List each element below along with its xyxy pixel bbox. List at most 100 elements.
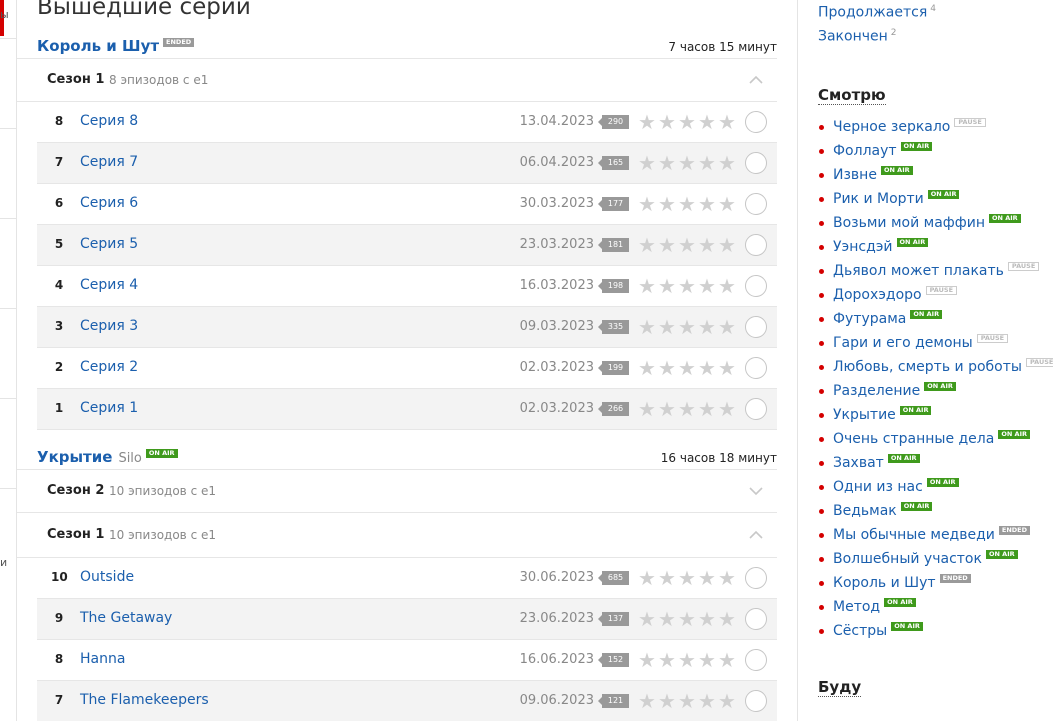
star-icon[interactable]: ★	[677, 358, 697, 378]
circle-check-icon[interactable]	[745, 398, 767, 420]
star-icon[interactable]: ★	[717, 609, 737, 629]
episode-title-link[interactable]: Outside	[80, 569, 134, 585]
circle-check-icon[interactable]	[745, 567, 767, 589]
star-icon[interactable]: ★	[697, 650, 717, 670]
circle-check-icon[interactable]	[745, 111, 767, 133]
episode-title-link[interactable]: Серия 3	[80, 318, 138, 334]
star-icon[interactable]: ★	[717, 650, 737, 670]
chevron-down-icon[interactable]	[749, 484, 763, 498]
episode-title-link[interactable]: Серия 8	[80, 113, 138, 129]
watching-item[interactable]: Сёстры ON AIR	[818, 619, 1053, 643]
watching-heading[interactable]: Смотрю	[818, 86, 886, 105]
watching-item[interactable]: Дорохэдоро PAUSE	[818, 283, 1053, 307]
star-icon[interactable]: ★	[677, 568, 697, 588]
episode-title-link[interactable]: Серия 5	[80, 236, 138, 252]
watching-item[interactable]: Укрытие ON AIR	[818, 403, 1053, 427]
star-icon[interactable]: ★	[637, 358, 657, 378]
watching-item[interactable]: Рик и Морти ON AIR	[818, 187, 1053, 211]
watching-item[interactable]: Фоллаут ON AIR	[818, 139, 1053, 163]
star-icon[interactable]: ★	[657, 399, 677, 419]
watching-item[interactable]: Метод ON AIR	[818, 595, 1053, 619]
star-icon[interactable]: ★	[637, 194, 657, 214]
comment-count-badge[interactable]: 137	[598, 612, 629, 626]
watching-item[interactable]: Король и Шут ENDED	[818, 571, 1053, 595]
star-icon[interactable]: ★	[637, 691, 657, 711]
watching-item[interactable]: Разделение ON AIR	[818, 379, 1053, 403]
watching-item[interactable]: Одни из нас ON AIR	[818, 475, 1053, 499]
episode-title-link[interactable]: Hanna	[80, 651, 125, 667]
star-icon[interactable]: ★	[697, 609, 717, 629]
comment-count-badge[interactable]: 198	[598, 279, 629, 293]
star-icon[interactable]: ★	[697, 276, 717, 296]
show-title-link[interactable]: Король и Шут	[37, 37, 159, 55]
episode-title-link[interactable]: Серия 1	[80, 400, 138, 416]
star-icon[interactable]: ★	[717, 194, 737, 214]
episode-title-link[interactable]: Серия 6	[80, 195, 138, 211]
comment-count-badge[interactable]: 181	[598, 238, 629, 252]
status-filter-ongoing[interactable]: Продолжается 4	[818, 4, 936, 21]
star-icon[interactable]: ★	[697, 358, 717, 378]
star-icon[interactable]: ★	[657, 609, 677, 629]
star-icon[interactable]: ★	[657, 358, 677, 378]
star-icon[interactable]: ★	[697, 112, 717, 132]
star-icon[interactable]: ★	[637, 650, 657, 670]
star-icon[interactable]: ★	[637, 235, 657, 255]
star-icon[interactable]: ★	[697, 317, 717, 337]
season-row[interactable]: Сезон 2 10 эпизодов с e1	[17, 469, 777, 513]
star-icon[interactable]: ★	[657, 276, 677, 296]
comment-count-badge[interactable]: 177	[598, 197, 629, 211]
star-icon[interactable]: ★	[717, 399, 737, 419]
star-icon[interactable]: ★	[637, 153, 657, 173]
circle-check-icon[interactable]	[745, 193, 767, 215]
comment-count-badge[interactable]: 266	[598, 402, 629, 416]
star-icon[interactable]: ★	[657, 194, 677, 214]
star-icon[interactable]: ★	[717, 317, 737, 337]
circle-check-icon[interactable]	[745, 357, 767, 379]
star-icon[interactable]: ★	[697, 235, 717, 255]
star-icon[interactable]: ★	[637, 568, 657, 588]
watching-item[interactable]: Возьми мой маффин ON AIR	[818, 211, 1053, 235]
season-row[interactable]: Сезон 1 10 эпизодов с e1	[17, 514, 777, 558]
star-icon[interactable]: ★	[677, 399, 697, 419]
star-icon[interactable]: ★	[697, 153, 717, 173]
watching-item[interactable]: Дьявол может плакать PAUSE	[818, 259, 1053, 283]
star-icon[interactable]: ★	[657, 235, 677, 255]
star-icon[interactable]: ★	[677, 194, 697, 214]
star-icon[interactable]: ★	[717, 153, 737, 173]
star-icon[interactable]: ★	[637, 609, 657, 629]
star-icon[interactable]: ★	[717, 235, 737, 255]
star-icon[interactable]: ★	[657, 691, 677, 711]
watching-item[interactable]: Мы обычные медведи ENDED	[818, 523, 1053, 547]
episode-title-link[interactable]: Серия 7	[80, 154, 138, 170]
comment-count-badge[interactable]: 685	[598, 571, 629, 585]
star-icon[interactable]: ★	[697, 691, 717, 711]
star-icon[interactable]: ★	[677, 112, 697, 132]
star-icon[interactable]: ★	[717, 691, 737, 711]
will-watch-heading[interactable]: Буду	[818, 678, 862, 697]
watching-item[interactable]: Извне ON AIR	[818, 163, 1053, 187]
circle-check-icon[interactable]	[745, 608, 767, 630]
watching-item[interactable]: Черное зеркало PAUSE	[818, 115, 1053, 139]
star-icon[interactable]: ★	[637, 112, 657, 132]
chevron-up-icon[interactable]	[749, 73, 763, 87]
star-icon[interactable]: ★	[697, 194, 717, 214]
comment-count-badge[interactable]: 335	[598, 320, 629, 334]
star-icon[interactable]: ★	[677, 235, 697, 255]
comment-count-badge[interactable]: 290	[598, 115, 629, 129]
circle-check-icon[interactable]	[745, 234, 767, 256]
episode-title-link[interactable]: Серия 2	[80, 359, 138, 375]
star-icon[interactable]: ★	[717, 358, 737, 378]
comment-count-badge[interactable]: 199	[598, 361, 629, 375]
star-icon[interactable]: ★	[677, 276, 697, 296]
watching-item[interactable]: Гари и его демоны PAUSE	[818, 331, 1053, 355]
star-icon[interactable]: ★	[637, 317, 657, 337]
circle-check-icon[interactable]	[745, 690, 767, 712]
circle-check-icon[interactable]	[745, 275, 767, 297]
star-icon[interactable]: ★	[677, 609, 697, 629]
star-icon[interactable]: ★	[677, 691, 697, 711]
star-icon[interactable]: ★	[677, 317, 697, 337]
show-title-link[interactable]: Укрытие	[37, 448, 112, 466]
star-icon[interactable]: ★	[677, 650, 697, 670]
star-icon[interactable]: ★	[657, 568, 677, 588]
circle-check-icon[interactable]	[745, 152, 767, 174]
